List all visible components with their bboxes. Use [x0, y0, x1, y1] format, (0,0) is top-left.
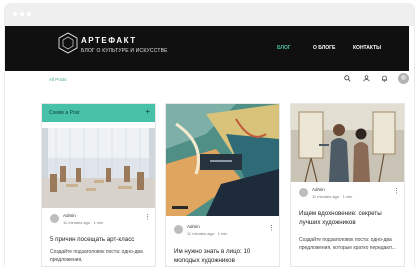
more-options-icon[interactable]: ⋮: [144, 214, 151, 221]
post-meta: 11 minutes ago · 1 min: [312, 194, 353, 199]
author-avatar[interactable]: [174, 225, 183, 234]
nav-item-contacts[interactable]: КОНТАКТЫ: [353, 45, 381, 51]
post-image-painting[interactable]: [166, 104, 279, 216]
window-dot[interactable]: [20, 12, 24, 16]
plus-icon[interactable]: +: [145, 107, 150, 116]
create-post-label: Create a Post: [49, 110, 80, 116]
post-title[interactable]: 5 причин посещать арт-класс: [50, 235, 150, 244]
author-name[interactable]: Admin: [312, 187, 325, 192]
author-avatar[interactable]: [299, 188, 308, 197]
bell-icon[interactable]: [381, 75, 388, 82]
logo-icon[interactable]: [58, 32, 78, 54]
site-header: АРТЕФАКТ БЛОГ О КУЛЬТУРЕ И ИСКУССТВЕ БЛО…: [5, 26, 409, 71]
nav-item-about[interactable]: О БЛОГЕ: [313, 45, 335, 51]
logo-subtitle: БЛОГ О КУЛЬТУРЕ И ИСКУССТВЕ: [81, 48, 168, 54]
post-card[interactable]: Admin 11 minutes ago · 1 min ⋮ Ищем вдох…: [290, 103, 405, 267]
post-meta: 11 minutes ago · 1 min: [63, 220, 104, 225]
post-excerpt: Создайте подзаголовок поста: одно-два пр…: [299, 237, 396, 251]
post-image-artists[interactable]: [291, 104, 404, 182]
post-card[interactable]: Create a Post + Admin 11 minutes ago · 1…: [41, 103, 156, 267]
more-options-icon[interactable]: ⋮: [393, 188, 400, 195]
logo-title[interactable]: АРТЕФАКТ: [81, 36, 137, 45]
post-meta: 11 minutes ago · 1 min: [187, 231, 228, 236]
window-dot[interactable]: [13, 12, 17, 16]
search-icon[interactable]: [344, 75, 351, 82]
post-card[interactable]: Admin 11 minutes ago · 1 min ⋮ Им нужно …: [165, 103, 280, 267]
author-name[interactable]: Admin: [187, 224, 200, 229]
post-title[interactable]: Им нужно знать в лицо: 10 молодых художн…: [174, 247, 276, 265]
more-options-icon[interactable]: ⋮: [268, 225, 275, 232]
avatar[interactable]: [398, 73, 409, 84]
post-image-classroom[interactable]: [42, 128, 155, 208]
window-dot[interactable]: [27, 12, 31, 16]
browser-title-bar: [5, 4, 414, 26]
post-excerpt: Создайте подзаголовок поста: одно-два пр…: [50, 249, 143, 263]
post-title[interactable]: Ищем вдохновение: секреты лучших художни…: [299, 209, 399, 227]
blog-toolbar: All Posts: [5, 71, 409, 97]
all-posts-link[interactable]: All Posts: [49, 77, 67, 82]
user-icon[interactable]: [363, 75, 370, 82]
author-name[interactable]: Admin: [63, 213, 76, 218]
create-post-bar[interactable]: Create a Post +: [42, 104, 155, 122]
nav-item-blog[interactable]: БЛОГ: [277, 45, 291, 51]
author-avatar[interactable]: [50, 214, 59, 223]
